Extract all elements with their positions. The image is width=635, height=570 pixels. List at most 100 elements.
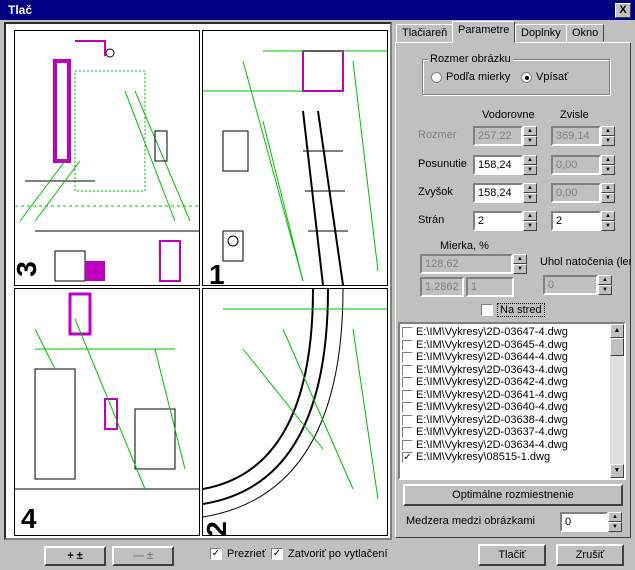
down-arrow-icon: ▼	[513, 264, 527, 274]
preview-page-4[interactable]: 4	[14, 288, 200, 536]
up-arrow-icon: ▲	[523, 155, 537, 165]
page-number: 4	[21, 503, 37, 534]
close-after-print-checkbox[interactable]: ✓	[271, 548, 283, 560]
scale-value: 128,62	[420, 254, 513, 274]
pages-v-spinner[interactable]: ▲ ▼	[601, 211, 615, 231]
center-label: Na stred	[497, 303, 545, 317]
spacing-value[interactable]: 0	[560, 512, 608, 532]
fit-radio[interactable]	[521, 72, 532, 83]
file-checkbox[interactable]	[402, 352, 413, 363]
down-arrow-icon: ▼	[601, 221, 615, 231]
scale-field: 128,62	[420, 254, 513, 274]
file-list-item[interactable]: E:\IM\Vykresy\2D-03645-4.dwg	[416, 339, 568, 352]
down-arrow-icon: ▼	[601, 165, 615, 175]
tab-printer[interactable]: Tlačiareň	[396, 24, 454, 42]
tab-parameters[interactable]: Parametre	[452, 21, 516, 43]
pages-v-field[interactable]: 2	[551, 211, 601, 231]
offset-v-field: 0,00	[551, 155, 601, 175]
file-checkbox[interactable]	[402, 364, 413, 376]
cancel-button[interactable]: Zrušiť	[556, 544, 624, 566]
spacing-field[interactable]: 0	[560, 512, 608, 532]
file-list-item[interactable]: E:\IM\Vykresy\2D-03637-4.dwg	[416, 426, 568, 439]
file-checkbox[interactable]	[402, 402, 413, 413]
file-checkbox[interactable]	[402, 339, 413, 351]
file-checkbox[interactable]: ✓	[402, 452, 413, 463]
remainder-h-value[interactable]: 158,24	[473, 183, 523, 203]
scroll-thumb[interactable]	[610, 338, 624, 356]
scroll-up-icon[interactable]: ▲	[610, 324, 624, 338]
file-list-item[interactable]: E:\IM\Vykresy\2D-03643-4.dwg	[416, 364, 568, 377]
file-list-item[interactable]: E:\IM\Vykresy\2D-03647-4.dwg	[416, 326, 568, 339]
page-number: 2	[202, 521, 232, 536]
print-preview[interactable]: 3 1	[4, 22, 392, 540]
page-number: 3	[15, 261, 43, 277]
remainder-label: Zvyšok	[418, 186, 453, 198]
file-list-item[interactable]: E:\IM\Vykresy\2D-03638-4.dwg	[416, 414, 568, 427]
remainder-h-field[interactable]: 158,24	[473, 183, 523, 203]
down-arrow-icon: ▼	[523, 165, 537, 175]
center-checkbox[interactable]	[481, 304, 493, 316]
up-arrow-icon: ▲	[523, 183, 537, 193]
offset-h-value[interactable]: 158,24	[473, 155, 523, 175]
size-v-field: 369,14	[551, 126, 601, 146]
down-arrow-icon: ▼	[608, 522, 622, 532]
tab-addons[interactable]: Doplnky	[515, 24, 567, 42]
file-list-scrollbar[interactable]: ▲ ▼	[610, 324, 624, 478]
file-list-item[interactable]: E:\IM\Vykresy\2D-03644-4.dwg	[416, 351, 568, 364]
scroll-down-icon[interactable]: ▼	[610, 464, 624, 478]
scale-ratio-a-value: 1.2862	[420, 277, 464, 297]
scale-ratio-b-field: 1	[466, 277, 514, 297]
up-arrow-icon: ▲	[523, 211, 537, 221]
file-checkbox[interactable]	[402, 377, 413, 388]
preview-page-2[interactable]: 2	[202, 288, 388, 536]
rotation-spinner: ▲ ▼	[598, 275, 612, 295]
zoom-out-button[interactable]: — ±	[112, 546, 174, 566]
down-arrow-icon: ▼	[601, 193, 615, 203]
remainder-v-field: 0,00	[551, 183, 601, 203]
down-arrow-icon: ▼	[598, 285, 612, 295]
rotation-value: 0	[543, 275, 598, 295]
preview-page-3[interactable]: 3	[14, 30, 200, 286]
pages-h-spinner[interactable]: ▲ ▼	[523, 211, 537, 231]
pages-h-field[interactable]: 2	[473, 211, 523, 231]
offset-v-value: 0,00	[551, 155, 601, 175]
file-checkbox[interactable]	[402, 427, 413, 438]
file-list-item[interactable]: E:\IM\Vykresy\2D-03634-4.dwg	[416, 439, 568, 452]
file-list[interactable]: ▲ ▼ E:\IM\Vykresy\2D-03647-4.dwg E:\IM\Vy…	[398, 322, 626, 480]
file-list-item[interactable]: E:\IM\Vykresy\08515-1.dwg	[416, 451, 550, 464]
image-size-legend: Rozmer obrázku	[428, 53, 513, 65]
size-h-value: 257,22	[473, 126, 523, 146]
file-checkbox[interactable]	[402, 389, 413, 401]
print-button[interactable]: Tlačiť	[478, 544, 546, 566]
scale-radio[interactable]	[431, 72, 442, 83]
close-after-print-label: Zatvoriť po vytlačení	[288, 548, 388, 560]
pages-h-value[interactable]: 2	[473, 211, 523, 231]
down-arrow-icon: ▼	[523, 193, 537, 203]
scale-radio-label: Podľa mierky	[446, 71, 511, 83]
offset-v-spinner: ▲ ▼	[601, 155, 615, 175]
size-h-field: 257,22	[473, 126, 523, 146]
spacing-spinner[interactable]: ▲ ▼	[608, 512, 622, 532]
title-bar: Tlač X	[0, 0, 635, 20]
file-checkbox[interactable]	[402, 439, 413, 451]
tab-window[interactable]: Okno	[566, 24, 605, 42]
remainder-h-spinner[interactable]: ▲ ▼	[523, 183, 537, 203]
offset-h-spinner[interactable]: ▲ ▼	[523, 155, 537, 175]
zoom-in-button[interactable]: + ±	[44, 546, 106, 566]
drawing-page-3	[15, 40, 199, 282]
preview-checkbox[interactable]: ✓	[210, 548, 222, 560]
file-list-item[interactable]: E:\IM\Vykresy\2D-03640-4.dwg	[416, 401, 568, 414]
file-checkbox[interactable]	[402, 414, 413, 426]
size-h-spinner: ▲ ▼	[523, 126, 537, 146]
file-checkbox[interactable]	[402, 327, 413, 338]
preview-page-1[interactable]: 1	[202, 30, 388, 286]
vertical-header: Zvisle	[560, 109, 589, 121]
optimal-layout-button[interactable]: Optimálne rozmiestnenie	[403, 484, 623, 506]
pages-v-value[interactable]: 2	[551, 211, 601, 231]
horizontal-header: Vodorovne	[482, 109, 535, 121]
offset-h-field[interactable]: 158,24	[473, 155, 523, 175]
drawing-page-1	[203, 50, 387, 285]
file-list-item[interactable]: E:\IM\Vykresy\2D-03641-4.dwg	[416, 389, 568, 402]
file-list-item[interactable]: E:\IM\Vykresy\2D-03642-4.dwg	[416, 376, 568, 389]
close-button[interactable]: X	[615, 3, 631, 18]
